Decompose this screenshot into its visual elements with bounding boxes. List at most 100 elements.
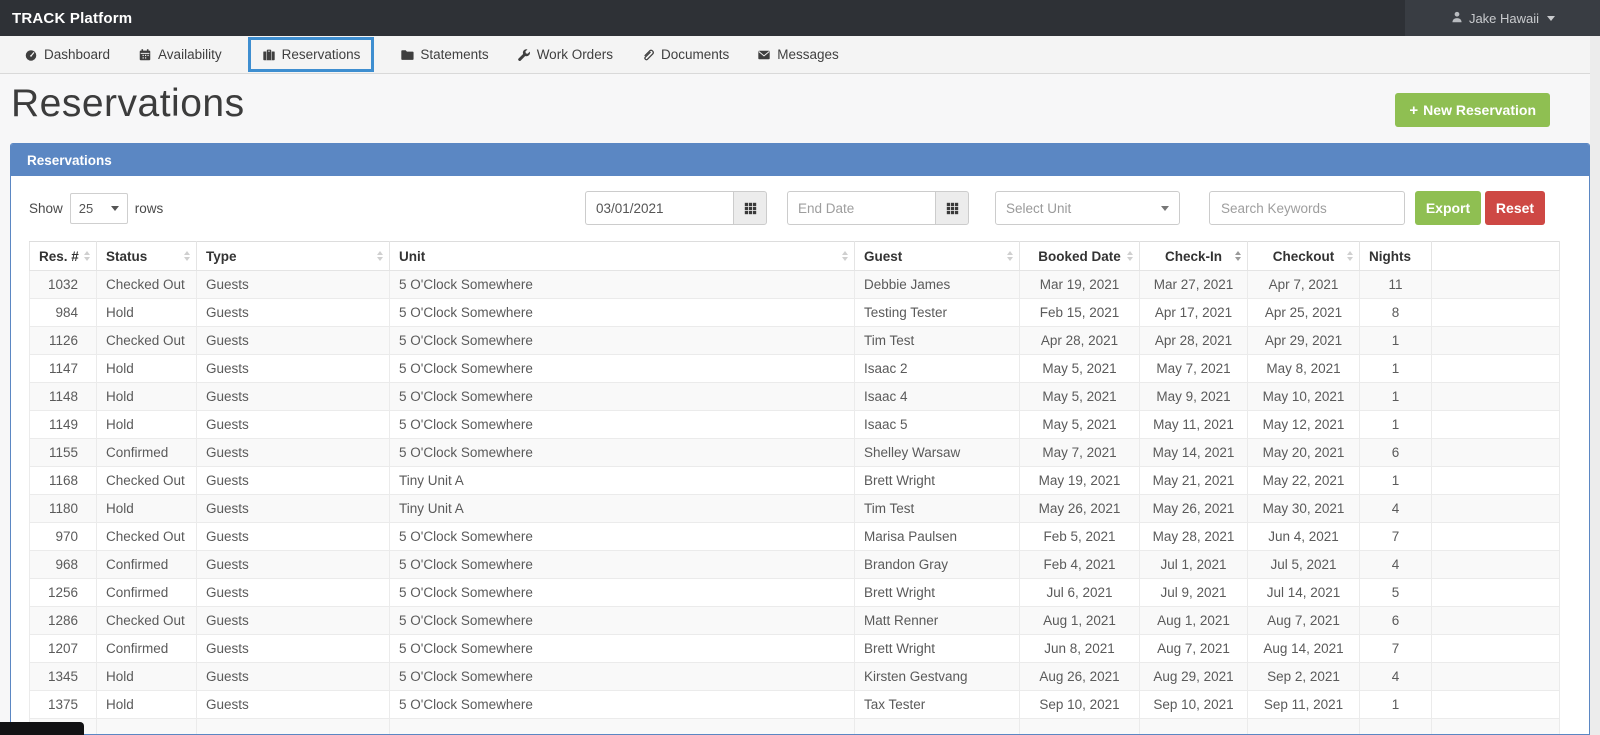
nav-item-label: Dashboard: [44, 47, 110, 62]
table-row[interactable]: 1148HoldGuests5 O'Clock SomewhereIsaac 4…: [30, 383, 1560, 411]
unit-select[interactable]: Select Unit: [995, 191, 1180, 225]
cell-res-number: 984: [30, 299, 97, 327]
cell-unit: Tiny Unit A: [390, 467, 855, 495]
cell-unit: 5 O'Clock Somewhere: [390, 439, 855, 467]
cell-check-in: Sep 10, 2021: [1140, 691, 1248, 719]
cell-actions: [1432, 271, 1560, 299]
table-row[interactable]: [30, 719, 1560, 735]
table-header-row: Res. #StatusTypeUnitGuestBooked DateChec…: [30, 242, 1560, 271]
cell-type: Guests: [197, 383, 390, 411]
table-row[interactable]: 1032Checked OutGuests5 O'Clock Somewhere…: [30, 271, 1560, 299]
user-menu[interactable]: Jake Hawaii: [1405, 0, 1600, 36]
nav-item-dashboard[interactable]: Dashboard: [10, 36, 124, 73]
cell-checkout: Aug 14, 2021: [1248, 635, 1360, 663]
column-header-nights: Nights: [1360, 242, 1432, 271]
export-button[interactable]: Export: [1415, 191, 1481, 225]
cell-res-number: 1375: [30, 691, 97, 719]
table-row[interactable]: 1375HoldGuests5 O'Clock SomewhereTax Tes…: [30, 691, 1560, 719]
column-header-booked-date[interactable]: Booked Date: [1020, 242, 1140, 271]
page-size-select[interactable]: 25: [70, 193, 128, 224]
column-header-res-number[interactable]: Res. #: [30, 242, 97, 271]
nav-item-reservations[interactable]: Reservations: [248, 37, 375, 72]
cell-status: Confirmed: [97, 579, 197, 607]
cell-booked-date: May 5, 2021: [1020, 411, 1140, 439]
nav-item-messages[interactable]: Messages: [743, 36, 853, 73]
cell-type: Guests: [197, 663, 390, 691]
table-row[interactable]: 1207ConfirmedGuests5 O'Clock SomewhereBr…: [30, 635, 1560, 663]
table-row[interactable]: 1147HoldGuests5 O'Clock SomewhereIsaac 2…: [30, 355, 1560, 383]
cell-actions: [1432, 607, 1560, 635]
table-row[interactable]: 970Checked OutGuests5 O'Clock SomewhereM…: [30, 523, 1560, 551]
table-row[interactable]: 1168Checked OutGuestsTiny Unit ABrett Wr…: [30, 467, 1560, 495]
calendar-grid-icon[interactable]: [733, 191, 767, 225]
nav-item-documents[interactable]: Documents: [627, 36, 743, 73]
reservations-table: Res. #StatusTypeUnitGuestBooked DateChec…: [29, 241, 1560, 735]
cell-guest: Debbie James: [855, 271, 1020, 299]
column-header-status[interactable]: Status: [97, 242, 197, 271]
cell-unit: 5 O'Clock Somewhere: [390, 383, 855, 411]
cell-res-number: 1147: [30, 355, 97, 383]
column-header-checkout[interactable]: Checkout: [1248, 242, 1360, 271]
unit-select-placeholder: Select Unit: [1006, 201, 1071, 216]
cell-actions: [1432, 439, 1560, 467]
cell-checkout: Jul 14, 2021: [1248, 579, 1360, 607]
table-row[interactable]: 1126Checked OutGuests5 O'Clock Somewhere…: [30, 327, 1560, 355]
table-row[interactable]: 1345HoldGuests5 O'Clock SomewhereKirsten…: [30, 663, 1560, 691]
table-row[interactable]: 1256ConfirmedGuests5 O'Clock SomewhereBr…: [30, 579, 1560, 607]
show-label: Show: [29, 201, 63, 216]
nav-item-statements[interactable]: Statements: [386, 36, 502, 73]
start-date-group: [585, 191, 767, 225]
table-row[interactable]: 1286Checked OutGuests5 O'Clock Somewhere…: [30, 607, 1560, 635]
envelope-icon: [757, 48, 771, 62]
search-input[interactable]: [1209, 191, 1405, 225]
new-reservation-button[interactable]: +New Reservation: [1395, 93, 1550, 127]
cell-status: Checked Out: [97, 327, 197, 355]
cell-check-in: May 21, 2021: [1140, 467, 1248, 495]
chevron-down-icon: [1161, 206, 1169, 211]
sort-icon: [1127, 251, 1133, 261]
cell-status: [97, 719, 197, 735]
cell-res-number: 1032: [30, 271, 97, 299]
cell-booked-date: May 5, 2021: [1020, 383, 1140, 411]
cell-type: Guests: [197, 355, 390, 383]
topbar: TRACK Platform Jake Hawaii: [0, 0, 1600, 36]
column-header-unit[interactable]: Unit: [390, 242, 855, 271]
cell-actions: [1432, 663, 1560, 691]
start-date-input[interactable]: [585, 191, 733, 225]
cell-actions: [1432, 691, 1560, 719]
cell-nights: 8: [1360, 299, 1432, 327]
cell-status: Confirmed: [97, 439, 197, 467]
table-row[interactable]: 1149HoldGuests5 O'Clock SomewhereIsaac 5…: [30, 411, 1560, 439]
cell-nights: 6: [1360, 607, 1432, 635]
cell-type: Guests: [197, 691, 390, 719]
cell-actions: [1432, 383, 1560, 411]
table-row[interactable]: 968ConfirmedGuests5 O'Clock SomewhereBra…: [30, 551, 1560, 579]
table-row[interactable]: 1180HoldGuestsTiny Unit ATim TestMay 26,…: [30, 495, 1560, 523]
sort-icon: [842, 251, 848, 261]
cell-guest: Brett Wright: [855, 579, 1020, 607]
cell-status: Hold: [97, 299, 197, 327]
cell-checkout: May 8, 2021: [1248, 355, 1360, 383]
cell-check-in: May 28, 2021: [1140, 523, 1248, 551]
reset-button[interactable]: Reset: [1485, 191, 1545, 225]
nav-item-work-orders[interactable]: Work Orders: [503, 36, 627, 73]
scrollbar[interactable]: [1590, 36, 1600, 735]
column-header-check-in[interactable]: Check-In: [1140, 242, 1248, 271]
nav-item-availability[interactable]: Availability: [124, 36, 236, 73]
cell-guest: Tax Tester: [855, 691, 1020, 719]
plus-icon: +: [1409, 102, 1418, 119]
column-header-type[interactable]: Type: [197, 242, 390, 271]
cell-nights: 1: [1360, 355, 1432, 383]
end-date-input[interactable]: [787, 191, 935, 225]
cell-booked-date: Mar 19, 2021: [1020, 271, 1140, 299]
column-header-guest[interactable]: Guest: [855, 242, 1020, 271]
cell-nights: 1: [1360, 467, 1432, 495]
table-row[interactable]: 1155ConfirmedGuests5 O'Clock SomewhereSh…: [30, 439, 1560, 467]
table-row[interactable]: 984HoldGuests5 O'Clock SomewhereTesting …: [30, 299, 1560, 327]
cell-nights: 4: [1360, 495, 1432, 523]
cell-actions: [1432, 411, 1560, 439]
cell-booked-date: Sep 10, 2021: [1020, 691, 1140, 719]
cell-actions: [1432, 551, 1560, 579]
calendar-grid-icon[interactable]: [935, 191, 969, 225]
cell-res-number: 970: [30, 523, 97, 551]
